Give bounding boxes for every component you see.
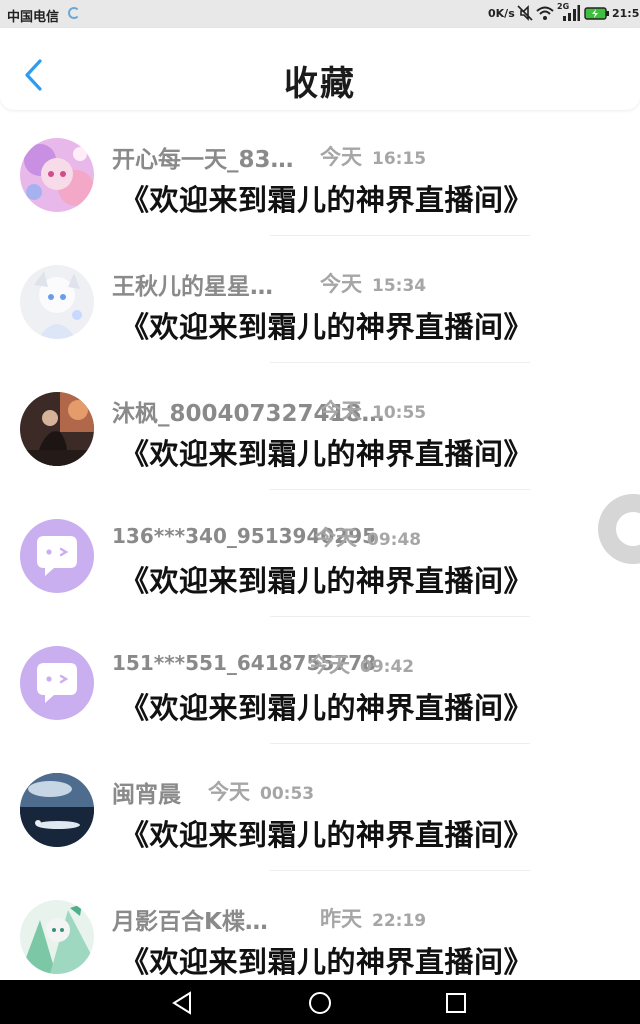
divider <box>270 870 530 871</box>
floating-button-center <box>616 512 640 546</box>
room-title: 《欢迎来到霜儿的神界直播间》 <box>120 183 534 217</box>
username: 月影百合K楪… <box>112 909 268 935</box>
divider <box>270 235 530 236</box>
signal-icon <box>563 5 580 21</box>
avatar[interactable] <box>20 773 94 847</box>
battery-icon <box>584 7 609 20</box>
timestamp: 今天 15:34 <box>320 272 427 296</box>
room-title: 《欢迎来到霜儿的神界直播间》 <box>120 691 534 725</box>
room-title: 《欢迎来到霜儿的神界直播间》 <box>120 818 534 852</box>
username: 开心每一天_83… <box>112 147 294 173</box>
default-avatar[interactable] <box>20 646 94 720</box>
list-item[interactable]: 月影百合K楪… 昨天 22:19 《欢迎来到霜儿的神界直播间》 <box>0 872 640 980</box>
avatar[interactable] <box>20 265 94 339</box>
nav-recents-button[interactable] <box>443 990 469 1016</box>
list-item[interactable]: 开心每一天_83… 今天 16:15 《欢迎来到霜儿的神界直播间》 <box>0 110 640 237</box>
divider <box>270 616 530 617</box>
recents-square-icon <box>446 993 466 1013</box>
divider <box>270 743 530 744</box>
nav-home-button[interactable] <box>307 990 333 1016</box>
list-item[interactable]: 136***340_9513940295 今天 09:48 《欢迎来到霜儿的神界直… <box>0 491 640 618</box>
divider <box>270 489 530 490</box>
timestamp: 今天 09:42 <box>308 653 415 677</box>
avatar[interactable] <box>20 392 94 466</box>
page-title: 收藏 <box>284 64 356 104</box>
list-item[interactable]: 151***551_6418755778 今天 09:42 《欢迎来到霜儿的神界直… <box>0 618 640 745</box>
timestamp: 今天 10:55 <box>320 399 427 423</box>
username: 王秋儿的星星… <box>112 274 273 300</box>
back-triangle-icon <box>172 991 191 1015</box>
clock: 21:55 <box>612 7 640 20</box>
avatar[interactable] <box>20 138 94 212</box>
avatar[interactable] <box>20 900 94 974</box>
room-title: 《欢迎来到霜儿的神界直播间》 <box>120 437 534 471</box>
timestamp: 今天 16:15 <box>320 145 427 169</box>
room-title: 《欢迎来到霜儿的神界直播间》 <box>120 945 534 979</box>
list-item[interactable]: 沐枫_800407327418… 今天 10:55 《欢迎来到霜儿的神界直播间》 <box>0 364 640 491</box>
loading-icon <box>68 7 80 19</box>
status-bar: 中国电信 0K/s 2G 21:55 <box>0 0 640 28</box>
room-title: 《欢迎来到霜儿的神界直播间》 <box>120 310 534 344</box>
nav-back-button[interactable] <box>170 990 196 1016</box>
default-avatar[interactable] <box>20 519 94 593</box>
username: 闽宵晨 <box>112 782 181 808</box>
mute-icon <box>517 5 533 21</box>
timestamp: 今天 09:48 <box>315 526 422 550</box>
favorites-list: 开心每一天_83… 今天 16:15 《欢迎来到霜儿的神界直播间》 王秋儿的星星…… <box>0 110 640 980</box>
list-item[interactable]: 闽宵晨 今天 00:53 《欢迎来到霜儿的神界直播间》 <box>0 745 640 872</box>
system-nav-bar <box>0 980 640 1024</box>
net-speed: 0K/s <box>488 7 515 20</box>
divider <box>270 362 530 363</box>
timestamp: 今天 00:53 <box>208 780 315 804</box>
list-item[interactable]: 王秋儿的星星… 今天 15:34 《欢迎来到霜儿的神界直播间》 <box>0 237 640 364</box>
header: 收藏 <box>0 28 640 110</box>
carrier-label: 中国电信 <box>7 10 60 25</box>
room-title: 《欢迎来到霜儿的神界直播间》 <box>120 564 534 598</box>
wifi-icon <box>536 6 554 20</box>
timestamp: 昨天 22:19 <box>320 907 427 931</box>
home-circle-icon <box>309 992 331 1014</box>
